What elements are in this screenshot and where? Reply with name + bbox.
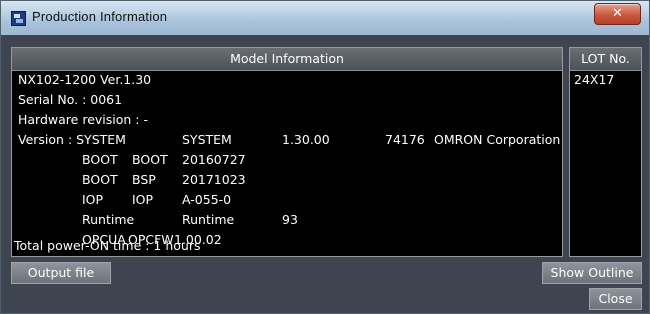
component-type: BSP bbox=[132, 172, 156, 187]
power-on-time: Total power-ON time : 1 hours bbox=[14, 238, 201, 253]
output-file-button[interactable]: Output file bbox=[11, 262, 111, 284]
version-label: Version : SYSTEM bbox=[18, 132, 126, 147]
model-information-panel: Model Information NX102-1200 Ver.1.30 Se… bbox=[11, 47, 563, 257]
component-vendor: OMRON Corporation bbox=[434, 132, 561, 147]
title-bar[interactable]: Production Information ✕ bbox=[1, 1, 649, 35]
close-icon[interactable]: ✕ bbox=[594, 3, 641, 25]
component-type: IOP bbox=[132, 192, 154, 207]
window-title: Production Information bbox=[32, 9, 168, 24]
lot-number-panel: LOT No. 24X17 bbox=[569, 47, 642, 257]
component-version: 20160727 bbox=[182, 152, 246, 167]
component-version: 20171023 bbox=[182, 172, 246, 187]
component-type: Runtime bbox=[182, 212, 235, 227]
component-name: BOOT bbox=[82, 152, 118, 167]
component-name: BOOT bbox=[82, 172, 118, 187]
component-version: 1.30.00 bbox=[282, 132, 330, 147]
production-information-window: Production Information ✕ Model Informati… bbox=[0, 0, 650, 314]
component-code: 74176 bbox=[385, 132, 425, 147]
lot-number-value: 24X17 bbox=[574, 72, 615, 87]
model-information-header: Model Information bbox=[12, 48, 562, 71]
component-type: BOOT bbox=[132, 152, 168, 167]
component-name: IOP bbox=[82, 192, 104, 207]
hardware-revision: Hardware revision : - bbox=[18, 112, 148, 127]
serial-number: Serial No. : 0061 bbox=[18, 92, 123, 107]
component-version: A-055-0 bbox=[182, 192, 232, 207]
component-type: SYSTEM bbox=[182, 132, 232, 147]
app-icon bbox=[11, 11, 26, 26]
model-line: NX102-1200 Ver.1.30 bbox=[18, 72, 152, 87]
lot-number-header: LOT No. bbox=[570, 48, 641, 71]
component-name: Runtime bbox=[82, 212, 135, 227]
close-button[interactable]: Close bbox=[589, 288, 642, 310]
show-outline-button[interactable]: Show Outline bbox=[542, 262, 642, 284]
component-version: 93 bbox=[282, 212, 298, 227]
